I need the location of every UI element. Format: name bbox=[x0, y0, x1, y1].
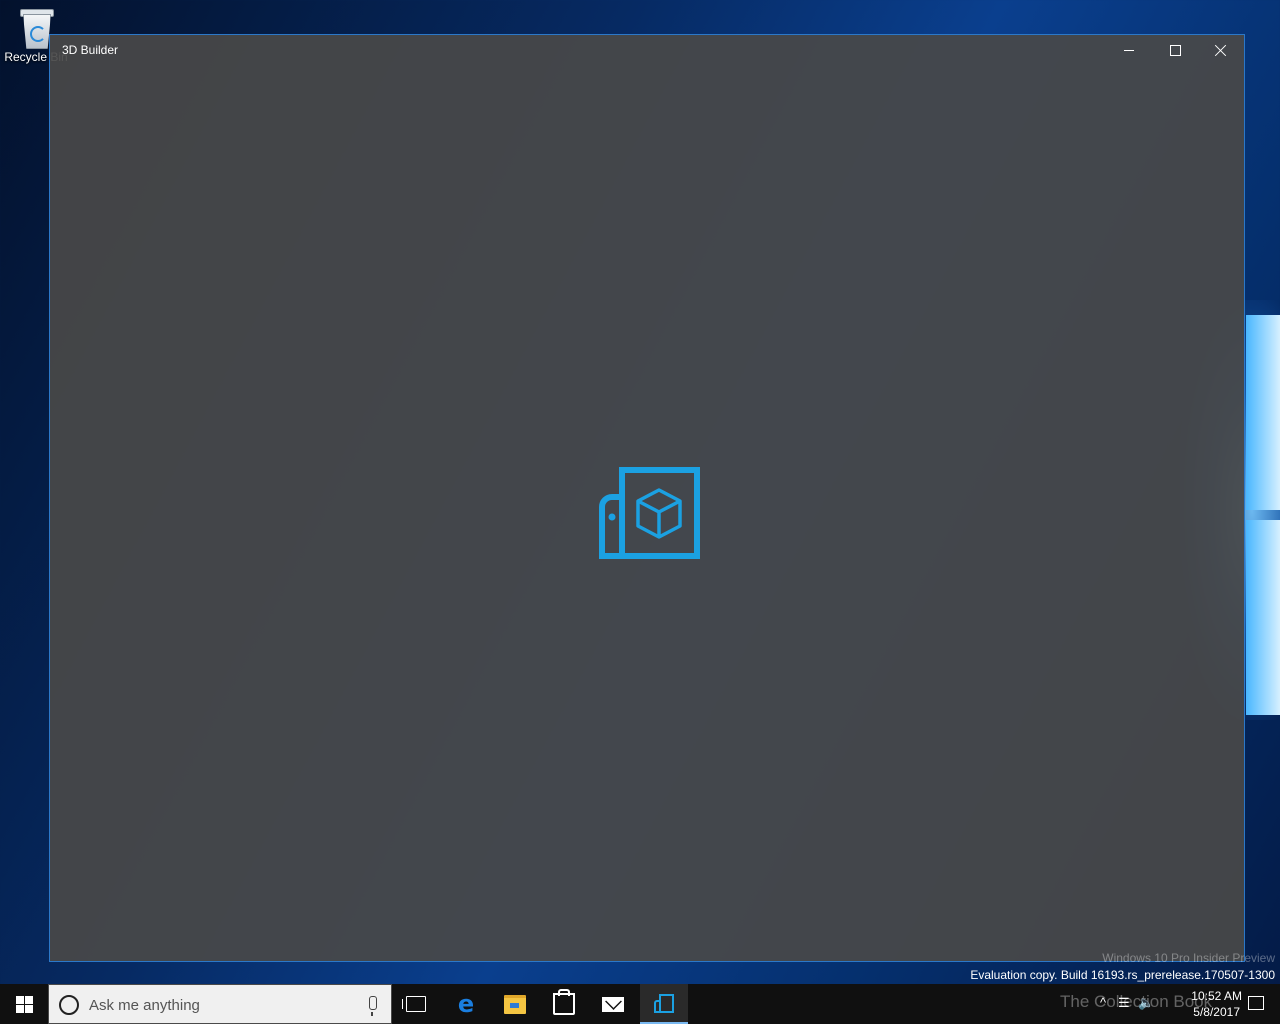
show-hidden-icons-icon[interactable]: ^ bbox=[1100, 995, 1106, 1010]
wallpaper-pane bbox=[1246, 315, 1280, 510]
microphone-icon[interactable] bbox=[369, 996, 377, 1016]
network-icon[interactable]: ☰ bbox=[1118, 995, 1130, 1011]
search-box[interactable]: Ask me anything bbox=[48, 984, 392, 1024]
system-tray: ^ ☰ 🔈 10:52 AM 5/8/2017 bbox=[1090, 984, 1280, 1024]
mail-icon bbox=[602, 996, 624, 1012]
taskbar: Ask me anything e The Collection Book ^ … bbox=[0, 984, 1280, 1024]
close-button[interactable] bbox=[1198, 35, 1244, 65]
action-center-icon[interactable] bbox=[1248, 996, 1264, 1010]
windows-logo-icon bbox=[15, 995, 33, 1013]
file-explorer-button[interactable] bbox=[491, 984, 539, 1024]
minimize-button[interactable] bbox=[1106, 35, 1152, 65]
titlebar[interactable]: 3D Builder bbox=[50, 35, 1244, 65]
clock[interactable]: 10:52 AM 5/8/2017 bbox=[1191, 988, 1242, 1020]
watermark-build: Evaluation copy. Build 16193.rs_prerelea… bbox=[970, 968, 1275, 982]
3d-builder-logo-icon bbox=[599, 467, 700, 559]
3d-builder-icon bbox=[654, 994, 674, 1013]
edge-icon: e bbox=[457, 990, 475, 1018]
maximize-icon bbox=[1169, 44, 1181, 56]
app-window: 3D Builder bbox=[49, 34, 1245, 962]
clock-time: 10:52 AM bbox=[1191, 989, 1242, 1003]
folder-icon bbox=[504, 994, 526, 1014]
start-button[interactable] bbox=[0, 984, 48, 1024]
close-icon bbox=[1215, 44, 1227, 56]
mail-button[interactable] bbox=[589, 984, 637, 1024]
task-view-button[interactable] bbox=[392, 984, 440, 1024]
cortana-icon bbox=[59, 995, 79, 1015]
search-placeholder: Ask me anything bbox=[89, 997, 200, 1014]
window-title: 3D Builder bbox=[62, 43, 119, 57]
store-icon bbox=[553, 989, 575, 1015]
wallpaper-pane bbox=[1246, 520, 1280, 715]
3d-builder-taskbar-button[interactable] bbox=[640, 984, 688, 1024]
store-button[interactable] bbox=[540, 984, 588, 1024]
watermark-edition: Windows 10 Pro Insider Preview bbox=[1102, 951, 1275, 965]
edge-button[interactable]: e bbox=[442, 984, 490, 1024]
minimize-icon bbox=[1124, 49, 1134, 51]
volume-icon[interactable]: 🔈 bbox=[1138, 995, 1154, 1011]
maximize-button[interactable] bbox=[1152, 35, 1198, 65]
clock-date: 5/8/2017 bbox=[1193, 1005, 1240, 1019]
task-view-icon bbox=[402, 996, 426, 1012]
